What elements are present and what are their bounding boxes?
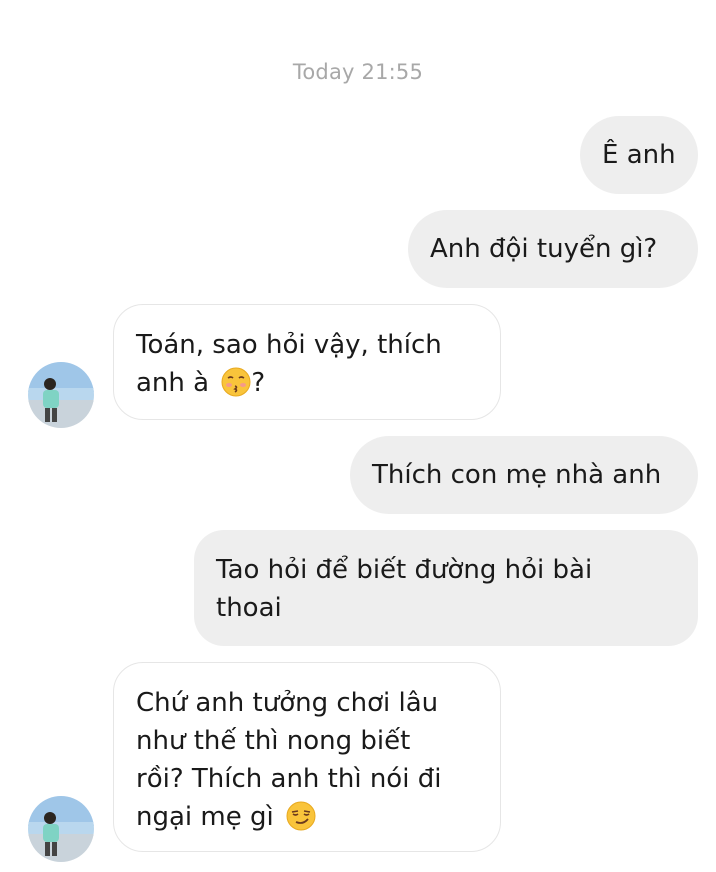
message-line: Chứ anh tưởng chơi lâu <box>136 688 439 718</box>
chat-timestamp: Today 21:55 <box>292 60 424 84</box>
avatar-photo <box>28 796 94 862</box>
message-bubble-received[interactable]: Toán, sao hỏi vậy, thích anh à ? <box>113 304 501 420</box>
message-bubble-received[interactable]: Chứ anh tưởng chơi lâu như thế thì nong … <box>113 662 501 852</box>
message-line: anh à <box>136 368 218 398</box>
smirking-face-emoji-icon <box>286 801 316 831</box>
message-text: Thích con mẹ nhà anh <box>372 460 662 490</box>
message-line: ? <box>251 368 266 398</box>
contact-avatar[interactable] <box>28 796 94 862</box>
message-line: ngại mẹ gì <box>136 802 282 832</box>
avatar-photo <box>28 362 94 428</box>
message-text: Tao hỏi để biết đường hỏi bài thoai <box>216 551 592 627</box>
message-line: thoai <box>216 593 282 623</box>
message-line: Toán, sao hỏi vậy, thích <box>136 330 442 360</box>
message-bubble-sent[interactable]: Ê anh <box>580 116 698 194</box>
message-bubble-sent[interactable]: Anh đội tuyển gì? <box>408 210 698 288</box>
message-text: Chứ anh tưởng chơi lâu như thế thì nong … <box>136 684 441 836</box>
message-text: Toán, sao hỏi vậy, thích anh à ? <box>136 326 442 402</box>
message-text: Ê anh <box>602 140 676 170</box>
contact-avatar[interactable] <box>28 362 94 428</box>
message-text: Anh đội tuyển gì? <box>430 234 658 264</box>
message-bubble-sent[interactable]: Thích con mẹ nhà anh <box>350 436 698 514</box>
kissing-face-emoji-icon <box>221 367 251 397</box>
message-line: rồi? Thích anh thì nói đi <box>136 764 442 794</box>
message-line: Tao hỏi để biết đường hỏi bài <box>216 555 593 585</box>
message-line: như thế thì nong biết <box>136 726 411 756</box>
message-bubble-sent[interactable]: Tao hỏi để biết đường hỏi bài thoai <box>194 530 698 646</box>
